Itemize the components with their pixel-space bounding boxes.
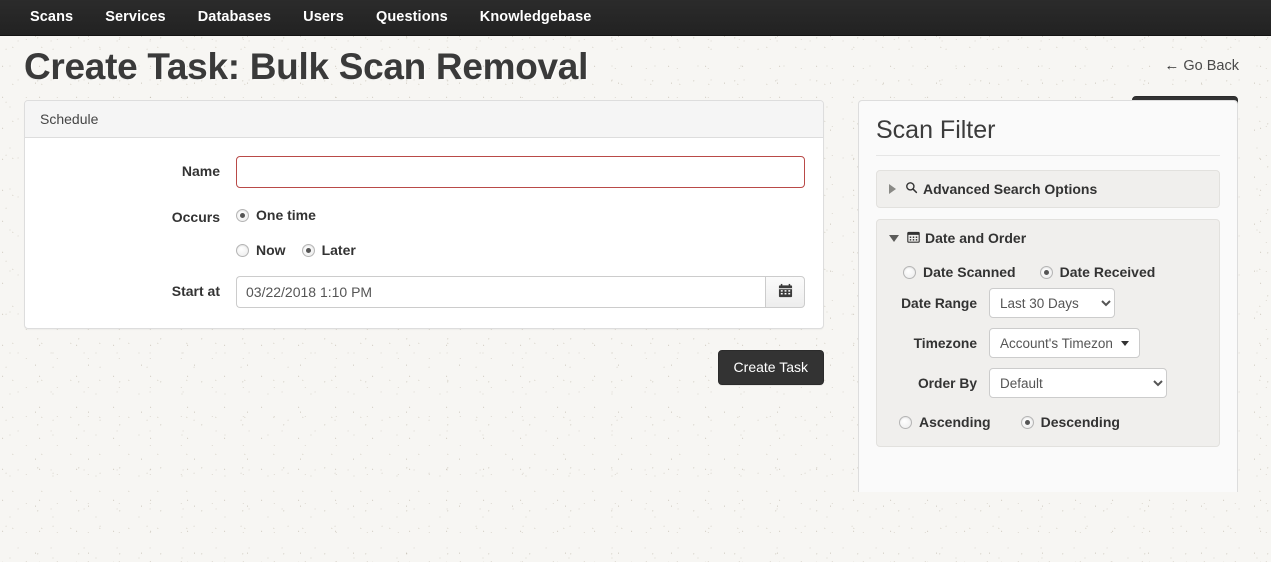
page-content: Schedule Name Occurs One time Now Later … [0,100,1271,492]
page-title: Create Task: Bulk Scan Removal [24,46,589,87]
name-input[interactable] [236,156,805,188]
radio-date-scanned-label: Date Scanned [923,264,1016,280]
radio-option-later[interactable]: Later [301,242,356,258]
radio-option-one-time[interactable]: One time [236,207,316,223]
start-at-input[interactable] [236,276,765,308]
start-at-input-group [236,276,805,308]
advanced-search-options-accordion: Advanced Search Options [876,170,1220,208]
scan-filter-column: Scan Filter Advanced Search Options Date… [858,100,1238,492]
timezone-row: Timezone Account's Timezon [889,328,1207,358]
radio-descending-label: Descending [1040,414,1120,430]
calendar-icon [778,283,793,301]
nav-item-knowledgebase[interactable]: Knowledgebase [464,0,608,35]
occurs-row: Occurs One time Now Later [40,202,808,258]
start-at-row: Start at [40,276,808,308]
timezone-dropdown-button[interactable]: Account's Timezon [989,328,1140,358]
radio-one-time-label: One time [256,207,316,223]
radio-option-date-received[interactable]: Date Received [1039,264,1156,280]
schedule-panel: Schedule Name Occurs One time Now Later … [24,100,824,329]
nav-item-scans[interactable]: Scans [14,0,89,35]
arrow-left-icon: ← [1164,57,1180,74]
occurs-frequency-group: One time [236,202,808,223]
radio-ascending-label: Ascending [919,414,991,430]
scan-filter-panel: Scan Filter Advanced Search Options Date… [858,100,1238,492]
radio-date-scanned-icon[interactable] [903,265,916,279]
nav-item-questions[interactable]: Questions [360,0,464,35]
order-by-row: Order By Default [889,368,1207,398]
date-type-radio-group: Date Scanned Date Received [889,258,1207,288]
date-and-order-accordion: Date and Order Date Scanned Date Receive… [876,219,1220,447]
calendar-icon-date-order [907,230,920,246]
scan-filter-title: Scan Filter [876,116,1220,156]
radio-date-received-icon[interactable] [1039,265,1053,279]
go-back-link[interactable]: ← Go Back [1164,57,1239,74]
schedule-actions: Create Task [24,350,824,385]
order-by-label: Order By [917,375,977,391]
name-label: Name [181,163,220,179]
radio-now-icon[interactable] [236,243,249,257]
radio-date-received-label: Date Received [1059,264,1156,280]
search-icon [905,181,918,197]
go-back-label: Go Back [1183,58,1239,74]
date-range-select[interactable]: Last 30 Days [989,288,1115,318]
timezone-value: Account's Timezon [1000,335,1113,351]
nav-item-databases[interactable]: Databases [182,0,287,35]
sort-direction-radio-group: Ascending Descending [889,408,1207,432]
nav-item-users[interactable]: Users [287,0,360,35]
radio-option-descending[interactable]: Descending [1020,414,1120,430]
chevron-right-icon [889,184,896,194]
chevron-down-icon [889,234,899,242]
schedule-column: Schedule Name Occurs One time Now Later … [24,100,824,385]
schedule-panel-title: Schedule [25,101,823,138]
radio-later-label: Later [321,242,356,258]
date-and-order-header[interactable]: Date and Order [877,220,1219,256]
nav-item-services[interactable]: Services [89,0,181,35]
order-by-select[interactable]: Default [989,368,1167,398]
occurs-field-wrap: One time Now Later [236,202,808,258]
radio-option-date-scanned[interactable]: Date Scanned [903,264,1016,280]
schedule-panel-body: Name Occurs One time Now Later Start at … [25,138,823,328]
name-field-wrap [236,156,808,188]
radio-now-label: Now [256,242,286,258]
radio-descending-icon[interactable] [1020,415,1034,429]
create-task-button-form[interactable]: Create Task [717,350,824,385]
radio-option-ascending[interactable]: Ascending [899,414,991,430]
occurs-label: Occurs [171,209,220,225]
radio-option-now[interactable]: Now [236,242,286,258]
radio-one-time-icon[interactable] [236,208,249,222]
radio-ascending-icon[interactable] [899,415,912,429]
advanced-search-options-header[interactable]: Advanced Search Options [877,171,1219,207]
date-range-label: Date Range [901,295,977,311]
page-header: Create Task: Bulk Scan Removal ← Go Back … [0,36,1271,131]
date-and-order-label: Date and Order [925,230,1027,246]
date-range-row: Date Range Last 30 Days [889,288,1207,318]
start-at-field-wrap [236,276,808,308]
occurs-when-group: Now Later [236,237,808,258]
date-and-order-body: Date Scanned Date Received Date Range La… [877,256,1219,446]
start-at-label: Start at [171,283,220,299]
calendar-picker-button[interactable] [765,276,805,308]
radio-later-icon[interactable] [301,243,315,257]
advanced-search-options-label: Advanced Search Options [923,181,1098,197]
top-navigation-bar: Scans Services Databases Users Questions… [0,0,1271,36]
caret-down-icon [1120,340,1129,346]
name-row: Name [40,156,808,188]
timezone-label: Timezone [913,335,977,351]
